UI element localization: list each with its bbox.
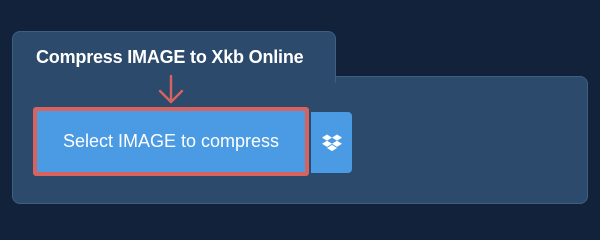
select-image-label: Select IMAGE to compress [62, 131, 280, 151]
down-arrow-icon [158, 74, 184, 104]
dropbox-icon [321, 134, 342, 151]
dropbox-button[interactable] [311, 112, 352, 173]
panel-title: Compress IMAGE to Xkb Online [36, 47, 304, 67]
select-image-button[interactable]: Select IMAGE to compress [33, 107, 309, 176]
